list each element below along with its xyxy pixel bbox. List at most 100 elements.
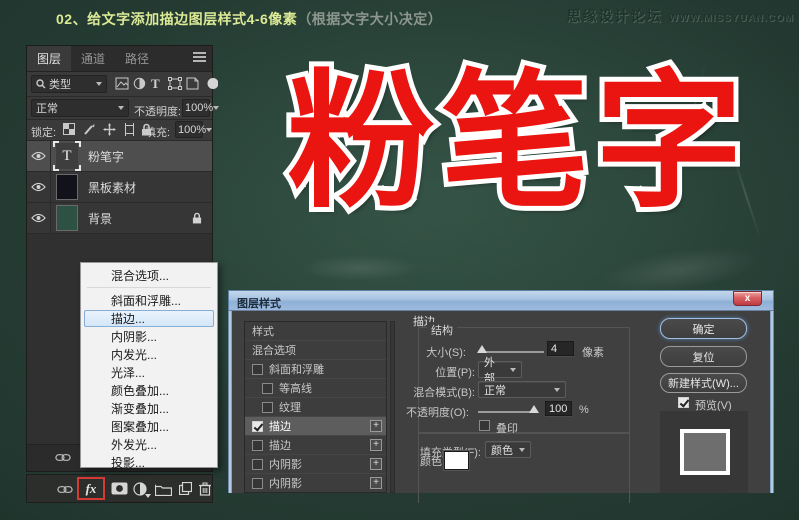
filter-shape-icon[interactable] (168, 77, 182, 91)
menu-item-label: 外发光... (111, 436, 157, 453)
styles-list-item-inner-shadow[interactable]: 内阴影+ (245, 455, 386, 474)
filter-adjustment-icon[interactable] (133, 77, 147, 91)
styles-list-item-texture[interactable]: 纹理 (245, 398, 386, 417)
layer-thumbnail-background[interactable] (56, 205, 78, 231)
blend-mode-dropdown[interactable]: 正常 (31, 99, 129, 117)
menu-item-gradient-overlay[interactable]: 渐变叠加... (84, 400, 214, 417)
position-label: 位置(P): (401, 364, 475, 380)
menu-item-color-overlay[interactable]: 颜色叠加... (84, 382, 214, 399)
menu-item-blending-options[interactable]: 混合选项... (84, 267, 214, 284)
thumb-corner (53, 141, 59, 147)
overprint-checkbox[interactable] (479, 420, 490, 431)
new-style-button[interactable]: 新建样式(W)... (660, 373, 747, 393)
adjustment-layer-icon[interactable] (133, 482, 147, 496)
lock-transparency-icon[interactable] (63, 123, 76, 136)
structure-group-label: 结构 (427, 322, 457, 338)
checkbox-checked[interactable] (252, 421, 263, 432)
filter-extra-icon[interactable] (205, 77, 219, 91)
tab-channels-label: 通道 (81, 50, 105, 67)
filter-row: 类型 T (27, 72, 212, 97)
checkbox-unchecked[interactable] (252, 440, 263, 451)
layer-row-blackboard[interactable]: 黑板素材 (27, 172, 212, 203)
menu-item-label: 描边... (111, 310, 145, 327)
add-effect-icon[interactable]: + (370, 420, 382, 432)
link-layers-icon[interactable] (57, 485, 73, 494)
styles-list-item-styles[interactable]: 样式 (245, 322, 386, 341)
dialog-titlebar[interactable]: 图层样式 (228, 290, 774, 311)
styles-list-item-stroke2[interactable]: 描边+ (245, 436, 386, 455)
chevron-down-icon[interactable] (213, 106, 219, 110)
layer-style-fx-button[interactable]: fx (86, 481, 97, 497)
ok-button[interactable]: 确定 (660, 318, 747, 339)
reset-button[interactable]: 复位 (660, 346, 747, 367)
add-effect-icon[interactable]: + (370, 439, 382, 451)
dialog-title: 图层样式 (237, 295, 281, 311)
lock-pixels-icon[interactable] (83, 123, 96, 136)
checkbox-unchecked[interactable] (252, 364, 263, 375)
panel-menu-icon[interactable] (193, 56, 206, 58)
stroke-color-swatch[interactable] (444, 451, 469, 470)
new-layer-icon[interactable] (179, 482, 192, 495)
size-slider-thumb[interactable] (477, 345, 487, 353)
menu-item-pattern-overlay[interactable]: 图案叠加... (84, 418, 214, 435)
opacity-value-box[interactable]: 100% (182, 99, 210, 117)
fill-value-box[interactable]: 100% (175, 121, 203, 138)
layer-name: 黑板素材 (88, 179, 136, 196)
layer-row-chalk-text[interactable]: T 粉笔字 (27, 141, 212, 172)
layer-mask-icon[interactable] (111, 482, 128, 495)
checkbox-unchecked[interactable] (252, 459, 263, 470)
opacity-slider-thumb[interactable] (529, 405, 539, 413)
visibility-toggle[interactable] (27, 141, 51, 171)
styles-list-item-blending-options[interactable]: 混合选项 (245, 341, 386, 360)
visibility-toggle[interactable] (27, 203, 51, 233)
menu-item-satin[interactable]: 光泽... (84, 364, 214, 381)
fill-type-dropdown[interactable]: 颜色 (485, 441, 531, 458)
filter-pixel-layer-icon[interactable] (115, 77, 129, 91)
lock-artboard-icon[interactable] (123, 123, 136, 136)
stroke-opacity-value: 100 (549, 403, 567, 415)
thumb-corner (75, 165, 81, 171)
delete-layer-icon[interactable] (199, 482, 211, 496)
stroke-opacity-value-box[interactable]: 100 (545, 401, 572, 416)
checkbox-unchecked[interactable] (262, 402, 273, 413)
styles-list-item-stroke-selected[interactable]: 描边+ (245, 417, 386, 436)
preview-checkbox[interactable] (678, 397, 689, 408)
layer-thumbnail-image[interactable] (56, 174, 78, 200)
close-button[interactable]: x (733, 291, 762, 306)
new-group-icon[interactable] (155, 484, 172, 496)
tab-layers-label: 图层 (37, 50, 61, 67)
tab-paths[interactable]: 路径 (115, 46, 159, 71)
size-value-box[interactable]: 4 (547, 341, 574, 356)
filter-smart-object-icon[interactable] (186, 77, 200, 91)
menu-item-drop-shadow[interactable]: 投影... (84, 454, 214, 471)
styles-list-item-bevel-emboss[interactable]: 斜面和浮雕 (245, 360, 386, 379)
link-layers-icon[interactable] (55, 453, 71, 462)
layer-thumbnail-text[interactable]: T (56, 143, 78, 169)
menu-item-bevel-emboss[interactable]: 斜面和浮雕... (84, 292, 214, 309)
tab-layers[interactable]: 图层 (27, 46, 71, 71)
filter-type-icon[interactable]: T (151, 76, 165, 90)
blend-mode-dropdown[interactable]: 正常 (478, 381, 566, 398)
add-effect-icon[interactable]: + (370, 458, 382, 470)
chevron-down-icon (96, 82, 102, 86)
checkbox-unchecked[interactable] (252, 478, 263, 489)
styles-list-item-inner-shadow2[interactable]: 内阴影+ (245, 474, 386, 493)
menu-item-stroke[interactable]: 描边... (84, 310, 214, 327)
add-effect-icon[interactable]: + (370, 477, 382, 489)
menu-item-label: 混合选项... (111, 267, 169, 284)
position-dropdown[interactable]: 外部 (478, 361, 522, 378)
menu-item-inner-glow[interactable]: 内发光... (84, 346, 214, 363)
tab-channels[interactable]: 通道 (71, 46, 115, 71)
visibility-toggle[interactable] (27, 172, 51, 202)
lock-position-icon[interactable] (103, 123, 116, 136)
menu-item-outer-glow[interactable]: 外发光... (84, 436, 214, 453)
blend-row: 正常 不透明度: 100% (27, 97, 212, 120)
styles-list-item-contour[interactable]: 等高线 (245, 379, 386, 398)
filter-kind-dropdown[interactable]: 类型 (31, 75, 107, 93)
layer-row-background[interactable]: 背景 (27, 203, 212, 234)
opacity-slider-track[interactable] (478, 411, 536, 413)
menu-item-inner-shadow[interactable]: 内阴影... (84, 328, 214, 345)
chevron-down-icon[interactable] (206, 128, 212, 132)
styles-item-label: 斜面和浮雕 (269, 361, 324, 377)
checkbox-unchecked[interactable] (262, 383, 273, 394)
